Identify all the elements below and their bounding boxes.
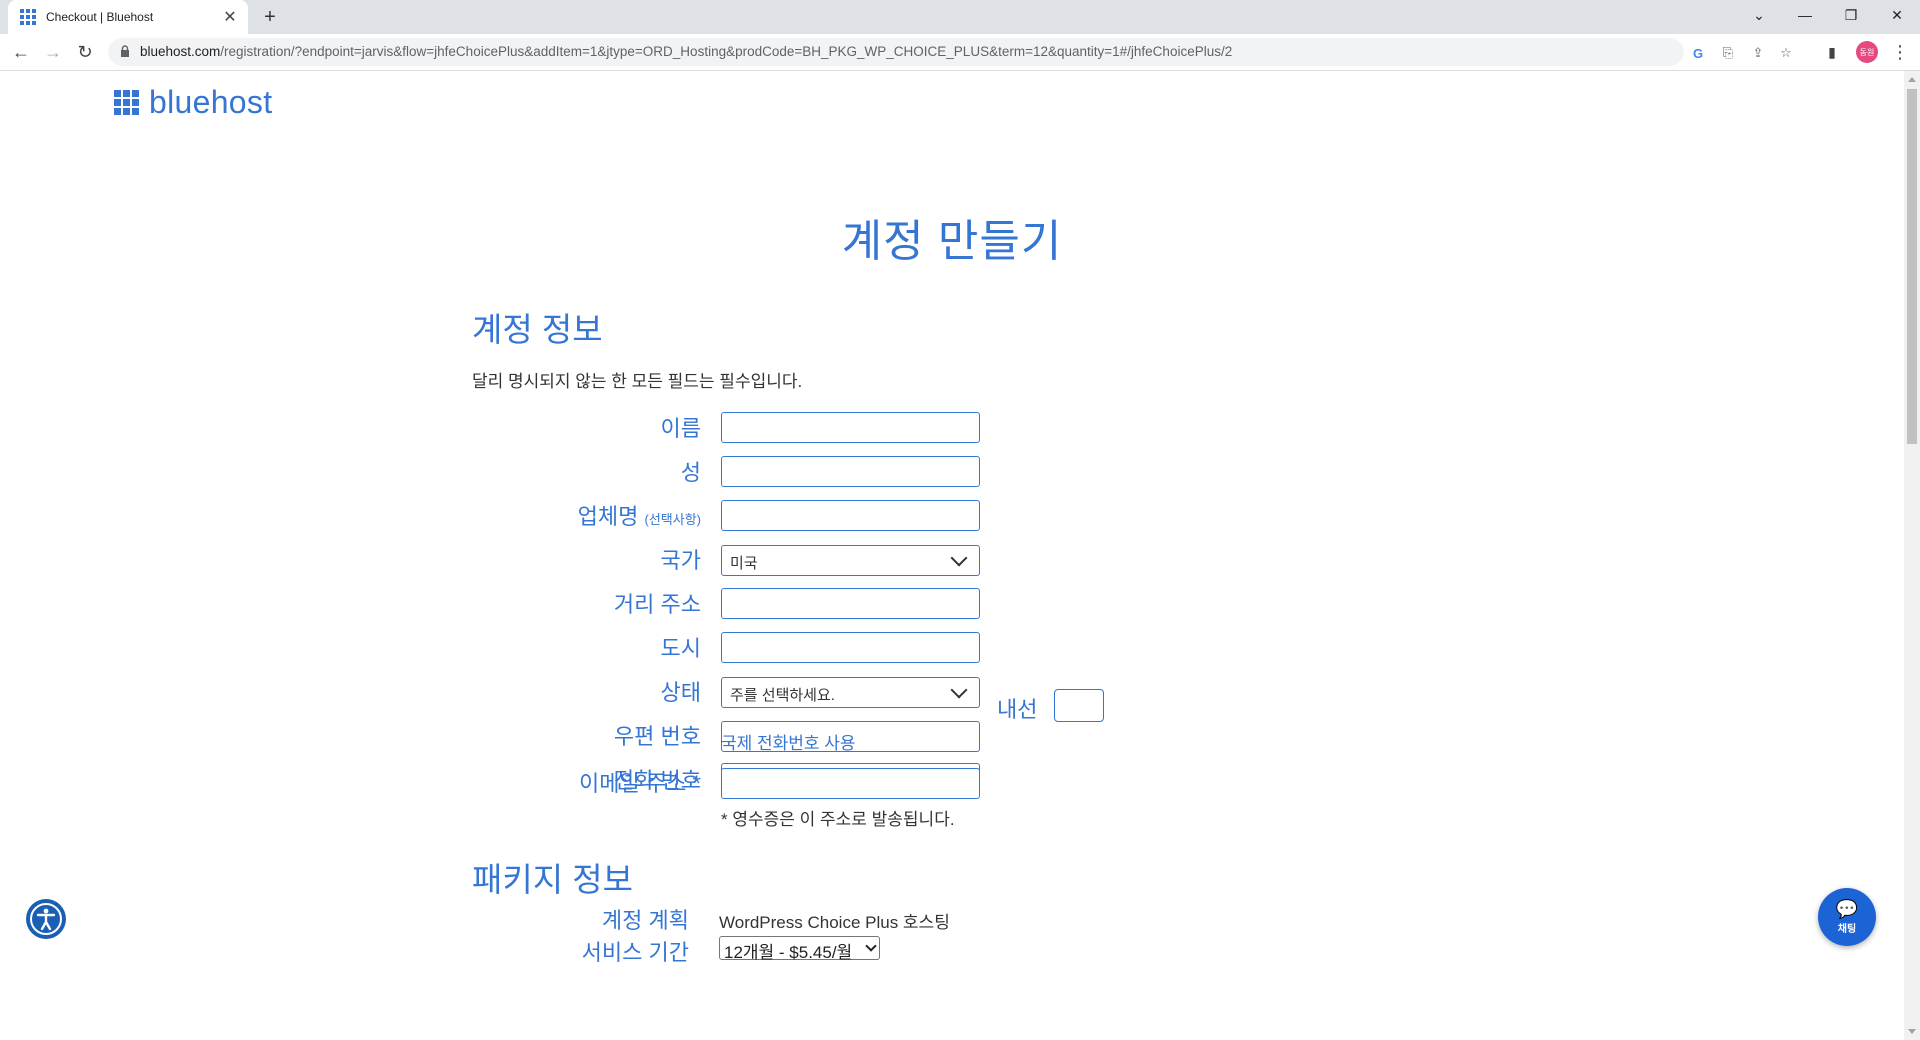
zip-label: 우편 번호 [613,724,701,749]
url-text: bluehost.com/registration/?endpoint=jarv… [140,44,1233,59]
tab-title: Checkout | Bluehost [46,10,154,24]
scroll-down-icon[interactable] [1908,1029,1916,1034]
term-label: 서비스 기간 [581,940,689,965]
accessibility-icon [30,903,62,935]
chevron-down-icon [865,940,877,952]
last-name-input[interactable] [721,456,980,487]
page-title: 계정 만들기 [841,217,1063,266]
required-note: 달리 명시되지 않는 한 모든 필드는 필수입니다. [472,372,803,391]
browser-toolbar: ← → ↻ bluehost.com/registration/?endpoin… [0,34,1920,71]
minimize-icon[interactable]: — [1782,0,1828,30]
chevron-down-icon [950,549,968,567]
scroll-thumb[interactable] [1907,89,1917,444]
reload-icon[interactable]: ↻ [73,40,97,64]
tab-search-icon[interactable]: ⌄ [1736,0,1782,30]
accessibility-button[interactable] [26,899,66,939]
translate-icon[interactable]: ⎘ [1718,43,1738,63]
last-name-label: 성 [680,460,701,485]
term-value: 12개월 - $5.45/월 [724,943,853,962]
company-input[interactable] [721,500,980,531]
city-input[interactable] [721,632,980,663]
lock-icon [121,45,129,57]
bluehost-grid-icon [114,90,139,115]
back-icon[interactable]: ← [9,40,33,64]
email-label: 이메일 주소 * [579,771,701,796]
page-content: bluehost 계정 만들기 계정 정보 달리 명시되지 않는 한 모든 필드… [0,71,1904,1040]
optional-note: (선택사항) [644,512,702,527]
close-tab-icon[interactable]: ✕ [220,7,240,27]
intl-phone-link[interactable]: 국제 전화번호 사용 [721,729,856,754]
browser-tab[interactable]: Checkout | Bluehost ✕ [8,0,248,34]
term-select[interactable]: 12개월 - $5.45/월 [719,936,880,962]
bluehost-favicon-icon [20,9,36,25]
state-select[interactable]: 주를 선택하세요. [721,677,980,708]
bluehost-logo[interactable]: bluehost [114,84,272,121]
email-input[interactable] [721,768,980,799]
bookmark-star-icon[interactable]: ☆ [1776,43,1796,63]
chat-label: 채팅 [1837,923,1857,935]
new-tab-icon[interactable]: + [258,5,282,29]
extension-label: 내선 [997,697,1038,722]
country-select[interactable]: 미국 [721,545,980,576]
plan-label: 계정 계획 [601,908,689,933]
plan-value: WordPress Choice Plus 호스팅 [719,913,950,932]
company-label: 업체명 (선택사항) [577,504,702,529]
email-note: * 영수증은 이 주소로 발송됩니다. [721,810,955,829]
forward-icon[interactable]: → [41,40,65,64]
menu-kebab-icon[interactable]: ⋮ [1888,40,1912,64]
country-label: 국가 [660,548,701,573]
address-bar[interactable]: bluehost.com/registration/?endpoint=jarv… [108,38,1792,66]
city-label: 도시 [660,636,701,661]
close-window-icon[interactable]: ✕ [1874,0,1920,30]
scroll-up-icon[interactable] [1908,77,1916,82]
first-name-label: 이름 [660,416,701,441]
street-input[interactable] [721,588,980,619]
page-scrollbar[interactable] [1904,71,1920,1040]
share-icon[interactable]: ⇪ [1748,43,1768,63]
account-section-heading: 계정 정보 [472,311,603,348]
google-icon[interactable]: G [1688,43,1708,63]
restore-icon[interactable]: ❐ [1828,0,1874,30]
first-name-input[interactable] [721,412,980,443]
street-label: 거리 주소 [613,592,701,617]
country-value: 미국 [730,555,758,572]
logo-text: bluehost [149,84,273,120]
state-value: 주를 선택하세요. [730,687,835,704]
state-label: 상태 [660,680,701,705]
extension-input[interactable] [1054,689,1104,722]
chevron-down-icon [950,681,968,699]
chat-bubble-icon: 💬 [1835,898,1859,919]
side-panel-icon[interactable]: ▮ [1820,40,1844,64]
package-section-heading: 패키지 정보 [472,861,633,898]
chat-button[interactable]: 💬 채팅 [1818,888,1876,946]
browser-tab-bar: Checkout | Bluehost ✕ + ⌄ — ❐ ✕ [0,0,1920,34]
profile-avatar[interactable]: 동원 [1856,41,1878,63]
